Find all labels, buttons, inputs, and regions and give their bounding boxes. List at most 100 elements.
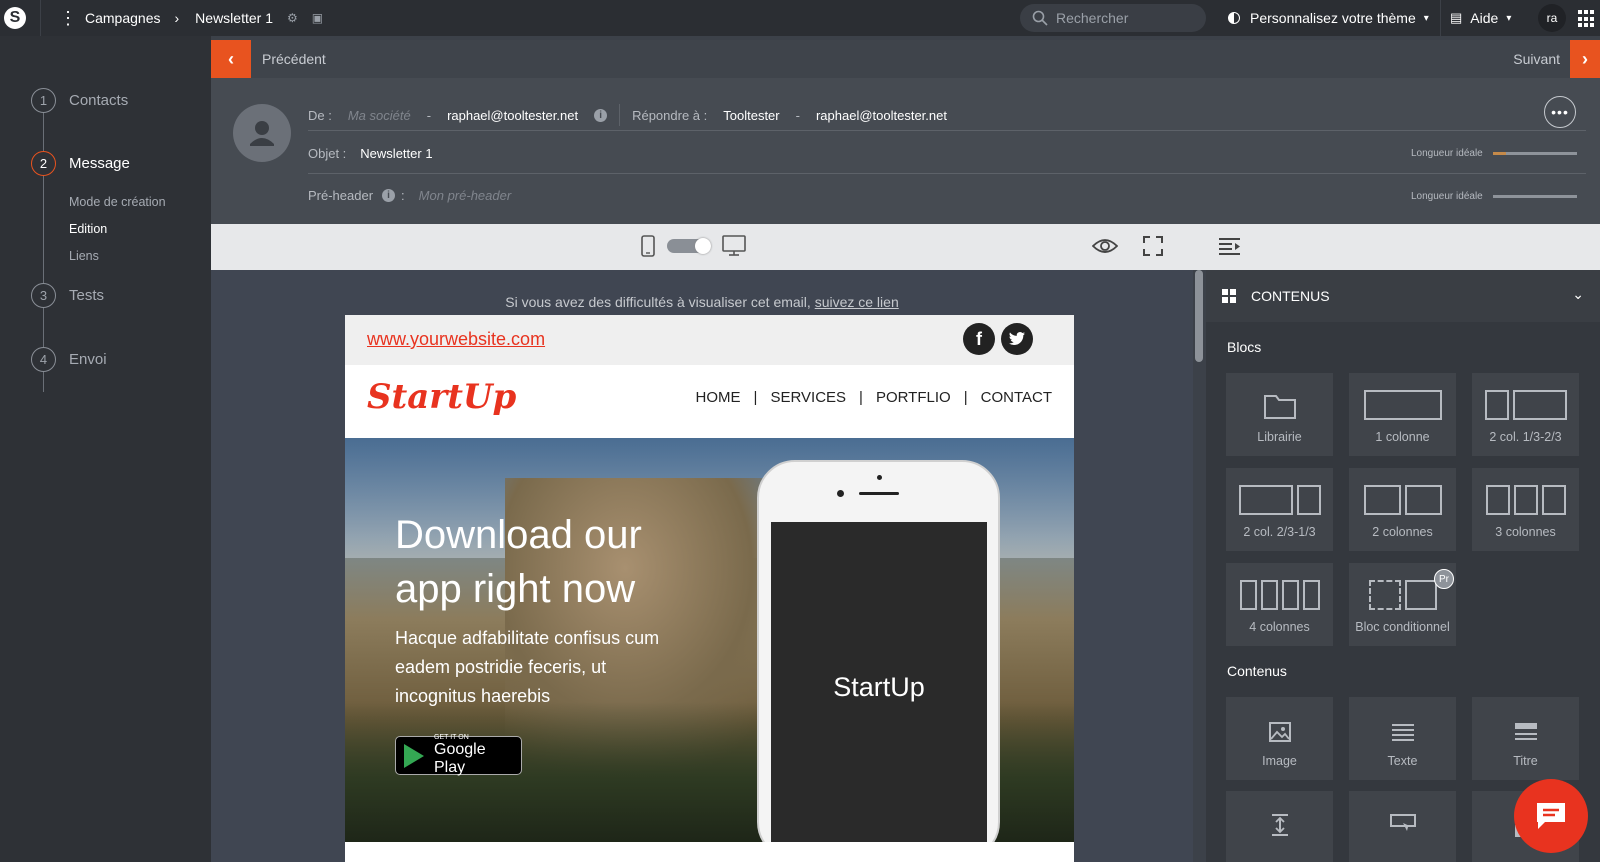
- help-button[interactable]: ▤ Aide ▾: [1450, 0, 1511, 36]
- message-header: De : Ma société - raphael@tooltester.net…: [211, 78, 1600, 224]
- email-bottom: [345, 842, 1074, 862]
- pro-badge: Pr: [1434, 569, 1454, 589]
- block-3-colonnes[interactable]: 3 colonnes: [1472, 468, 1579, 551]
- email-hero: Download our app right now Hacque adfabi…: [345, 438, 1074, 842]
- preheader-input[interactable]: Mon pré-header: [419, 188, 512, 203]
- step-contacts[interactable]: 1 Contacts: [31, 88, 128, 113]
- apps-grid-icon[interactable]: [1578, 10, 1596, 28]
- website-link[interactable]: www.yourwebsite.com: [367, 329, 545, 350]
- more-options-button[interactable]: •••: [1544, 96, 1576, 128]
- substep-liens[interactable]: Liens: [69, 249, 99, 263]
- content-titre[interactable]: Titre: [1472, 697, 1579, 780]
- content-label: Image: [1262, 754, 1297, 768]
- block-2-col-23-13[interactable]: 2 col. 2/3-1/3: [1226, 468, 1333, 551]
- app-logo[interactable]: S: [4, 7, 26, 29]
- content-spacer[interactable]: [1226, 791, 1333, 862]
- gear-icon[interactable]: ⚙: [287, 11, 298, 25]
- from-name-input[interactable]: Ma société: [348, 108, 411, 123]
- block-4-colonnes[interactable]: 4 colonnes: [1226, 563, 1333, 646]
- divider: [308, 130, 1586, 131]
- content-button[interactable]: [1349, 791, 1456, 862]
- step-message[interactable]: 2 Message: [31, 151, 130, 176]
- facebook-icon[interactable]: f: [963, 323, 995, 355]
- length-bar: [1492, 195, 1577, 198]
- twitter-icon[interactable]: [1001, 323, 1033, 355]
- step-number: 4: [31, 347, 56, 372]
- folder-icon: [1263, 395, 1296, 419]
- previous-label[interactable]: Précédent: [262, 51, 326, 67]
- layout-2-col-icon: [1363, 485, 1442, 515]
- image-icon: [1268, 722, 1291, 742]
- info-icon[interactable]: i: [382, 189, 396, 202]
- sender-avatar[interactable]: [233, 104, 291, 162]
- block-1-colonne[interactable]: 1 colonne: [1349, 373, 1456, 456]
- save-icon[interactable]: ▣: [312, 11, 323, 25]
- content-texte[interactable]: Texte: [1349, 697, 1456, 780]
- previous-button[interactable]: ‹: [211, 40, 251, 78]
- substep-mode-creation[interactable]: Mode de création: [69, 195, 166, 209]
- email-nav-contact[interactable]: CONTACT: [981, 389, 1052, 406]
- next-label[interactable]: Suivant: [1513, 51, 1560, 67]
- info-icon[interactable]: i: [594, 108, 608, 122]
- breadcrumb-newsletter[interactable]: Newsletter 1: [195, 10, 273, 26]
- block-conditionnel[interactable]: Bloc conditionnel Pr: [1349, 563, 1456, 646]
- theme-label: Personnalisez votre thème: [1250, 10, 1416, 26]
- phone-mockup: StartUp: [757, 460, 1000, 842]
- block-label: Bloc conditionnel: [1355, 620, 1450, 634]
- reply-name-input[interactable]: Tooltester: [723, 108, 779, 123]
- email-nav-home[interactable]: HOME: [696, 389, 741, 406]
- email-nav-services[interactable]: SERVICES: [770, 389, 846, 406]
- panel-header[interactable]: CONTENUS ⌄: [1206, 270, 1600, 322]
- mobile-icon[interactable]: [639, 234, 657, 258]
- nav-separator: |: [753, 389, 758, 406]
- step-envoi[interactable]: 4 Envoi: [31, 347, 107, 372]
- contenus-title: Contenus: [1227, 663, 1287, 679]
- block-2-colonnes[interactable]: 2 colonnes: [1349, 468, 1456, 551]
- nav-separator: |: [963, 389, 968, 406]
- panel-toolbar: [1193, 224, 1600, 270]
- google-play-badge[interactable]: GET IT ON Google Play: [395, 734, 522, 776]
- chevron-down-icon: ⌄: [1572, 286, 1584, 302]
- substep-edition[interactable]: Edition: [69, 222, 107, 236]
- step-label: Tests: [69, 287, 105, 304]
- step-navigation: ‹ Précédent Suivant ›: [211, 40, 1600, 78]
- view-toggle[interactable]: [667, 238, 711, 254]
- search-input[interactable]: Rechercher: [1020, 4, 1206, 32]
- panel-toggle-icon[interactable]: [1218, 237, 1242, 257]
- google-play-big: Google Play: [434, 741, 486, 776]
- desktop-icon[interactable]: [721, 234, 747, 258]
- next-button[interactable]: ›: [1570, 40, 1600, 78]
- email-nav-portfolio[interactable]: PORTFLIO: [876, 389, 951, 406]
- subject-input[interactable]: Newsletter 1: [360, 146, 432, 161]
- from-email-select[interactable]: raphael@tooltester.net: [447, 108, 578, 123]
- step-label: Message: [69, 155, 130, 172]
- theme-button[interactable]: Personnalisez votre thème ▾: [1228, 0, 1429, 36]
- step-number: 1: [31, 88, 56, 113]
- from-row: De : Ma société - raphael@tooltester.net…: [308, 104, 947, 126]
- chevron-down-icon: ▾: [1423, 12, 1429, 24]
- preheader-label: Pré-header: [308, 188, 374, 203]
- block-librairie[interactable]: Librairie: [1226, 373, 1333, 456]
- chat-support-button[interactable]: [1514, 779, 1588, 853]
- preview-eye-icon[interactable]: [1092, 236, 1118, 256]
- step-number: 2: [31, 151, 56, 176]
- phone-speaker: [859, 492, 899, 495]
- email-preview[interactable]: www.yourwebsite.com f StartUp HOME | SER…: [345, 315, 1074, 862]
- user-avatar[interactable]: ra: [1538, 4, 1566, 32]
- block-label: 2 col. 1/3-2/3: [1489, 430, 1562, 444]
- grid-icon: [1222, 289, 1236, 303]
- content-image[interactable]: Image: [1226, 697, 1333, 780]
- canvas-scrollbar[interactable]: [1195, 270, 1203, 362]
- button-icon: [1389, 814, 1416, 831]
- breadcrumb-campagnes[interactable]: Campagnes: [85, 10, 161, 26]
- view-online-link[interactable]: suivez ce lien: [815, 294, 899, 310]
- block-2-col-13-23[interactable]: 2 col. 1/3-2/3: [1472, 373, 1579, 456]
- step-label: Envoi: [69, 351, 107, 368]
- phone-camera: [837, 490, 844, 497]
- reply-email-input[interactable]: raphael@tooltester.net: [816, 108, 947, 123]
- view-online-label: Si vous avez des difficultés à visualise…: [505, 294, 811, 310]
- fullscreen-icon[interactable]: [1143, 236, 1163, 256]
- menu-icon[interactable]: ⋮: [59, 9, 77, 27]
- step-tests[interactable]: 3 Tests: [31, 283, 104, 308]
- conditional-block-icon: [1368, 580, 1437, 610]
